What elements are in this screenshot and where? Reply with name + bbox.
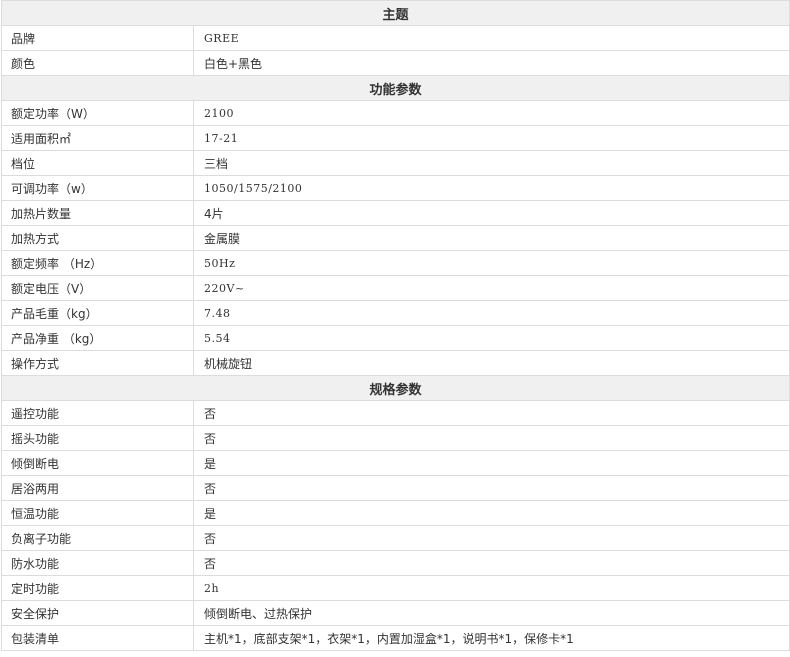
row-label: 摇头功能 <box>1 425 194 451</box>
row-label: 档位 <box>1 150 194 176</box>
row-value: 白色+黑色 <box>192 50 790 76</box>
row-label: 品牌 <box>1 25 194 51</box>
row-label: 产品毛重（kg） <box>1 300 194 326</box>
section-header-spec: 规格参数 <box>0 375 790 401</box>
table-row: 恒温功能 是 <box>1 500 790 526</box>
row-value: 7.48 <box>192 300 790 326</box>
row-label: 遥控功能 <box>1 400 194 426</box>
row-label: 操作方式 <box>1 350 194 376</box>
row-label: 额定功率（W） <box>1 100 194 126</box>
row-value: 否 <box>192 400 790 426</box>
row-label: 定时功能 <box>1 575 194 601</box>
row-value: 是 <box>192 450 790 476</box>
row-label: 颜色 <box>1 50 194 76</box>
table-row: 可调功率（w） 1050/1575/2100 <box>1 175 790 201</box>
table-row: 包装清单 主机*1，底部支架*1，衣架*1，内置加湿盒*1，说明书*1，保修卡*… <box>1 625 790 651</box>
row-value: 220V~ <box>192 275 790 301</box>
row-label: 负离子功能 <box>1 525 194 551</box>
row-value: 是 <box>192 500 790 526</box>
table-row: 加热方式 金属膜 <box>1 225 790 251</box>
row-value: 金属膜 <box>192 225 790 251</box>
row-value: 否 <box>192 550 790 576</box>
row-value: 机械旋钮 <box>192 350 790 376</box>
row-value: 1050/1575/2100 <box>192 175 790 201</box>
table-row: 负离子功能 否 <box>1 525 790 551</box>
row-label: 加热片数量 <box>1 200 194 226</box>
row-value: 三档 <box>192 150 790 176</box>
row-label: 恒温功能 <box>1 500 194 526</box>
row-label: 产品净重 （kg） <box>1 325 194 351</box>
row-value: 2100 <box>192 100 790 126</box>
table-row: 操作方式 机械旋钮 <box>1 350 790 376</box>
row-label: 居浴两用 <box>1 475 194 501</box>
row-label: 额定电压（V） <box>1 275 194 301</box>
row-label: 适用面积㎡ <box>1 125 194 151</box>
row-value: 否 <box>192 475 790 501</box>
row-value: 倾倒断电、过热保护 <box>192 600 790 626</box>
section-header-function: 功能参数 <box>0 75 790 101</box>
section-header-theme: 主题 <box>0 0 790 26</box>
row-value: 2h <box>192 575 790 601</box>
table-row: 居浴两用 否 <box>1 475 790 501</box>
row-value: 否 <box>192 425 790 451</box>
table-row: 额定电压（V） 220V~ <box>1 275 790 301</box>
table-row: 安全保护 倾倒断电、过热保护 <box>1 600 790 626</box>
spec-table: 主题 品牌 GREE 颜色 白色+黑色 功能参数 额定功率（W） 2100 适用… <box>0 0 790 651</box>
table-row: 倾倒断电 是 <box>1 450 790 476</box>
table-row: 防水功能 否 <box>1 550 790 576</box>
table-row: 产品净重 （kg） 5.54 <box>1 325 790 351</box>
table-row: 加热片数量 4片 <box>1 200 790 226</box>
row-value: 5.54 <box>192 325 790 351</box>
table-row: 额定频率 （Hz） 50Hz <box>1 250 790 276</box>
table-row: 产品毛重（kg） 7.48 <box>1 300 790 326</box>
table-row: 适用面积㎡ 17-21 <box>1 125 790 151</box>
row-label: 加热方式 <box>1 225 194 251</box>
row-value: 主机*1，底部支架*1，衣架*1，内置加湿盒*1，说明书*1，保修卡*1 <box>192 625 790 651</box>
row-label: 安全保护 <box>1 600 194 626</box>
section-title: 规格参数 <box>0 375 790 401</box>
table-row: 遥控功能 否 <box>1 400 790 426</box>
row-label: 倾倒断电 <box>1 450 194 476</box>
table-row: 定时功能 2h <box>1 575 790 601</box>
row-label: 防水功能 <box>1 550 194 576</box>
section-title: 功能参数 <box>0 75 790 101</box>
row-value: 4片 <box>192 200 790 226</box>
row-value: 否 <box>192 525 790 551</box>
row-value: 50Hz <box>192 250 790 276</box>
section-title: 主题 <box>0 0 790 26</box>
table-row: 颜色 白色+黑色 <box>1 50 790 76</box>
row-label: 包装清单 <box>1 625 194 651</box>
row-value: GREE <box>192 25 790 51</box>
table-row: 品牌 GREE <box>1 25 790 51</box>
table-row: 档位 三档 <box>1 150 790 176</box>
table-row: 摇头功能 否 <box>1 425 790 451</box>
row-value: 17-21 <box>192 125 790 151</box>
table-row: 额定功率（W） 2100 <box>1 100 790 126</box>
row-label: 可调功率（w） <box>1 175 194 201</box>
row-label: 额定频率 （Hz） <box>1 250 194 276</box>
